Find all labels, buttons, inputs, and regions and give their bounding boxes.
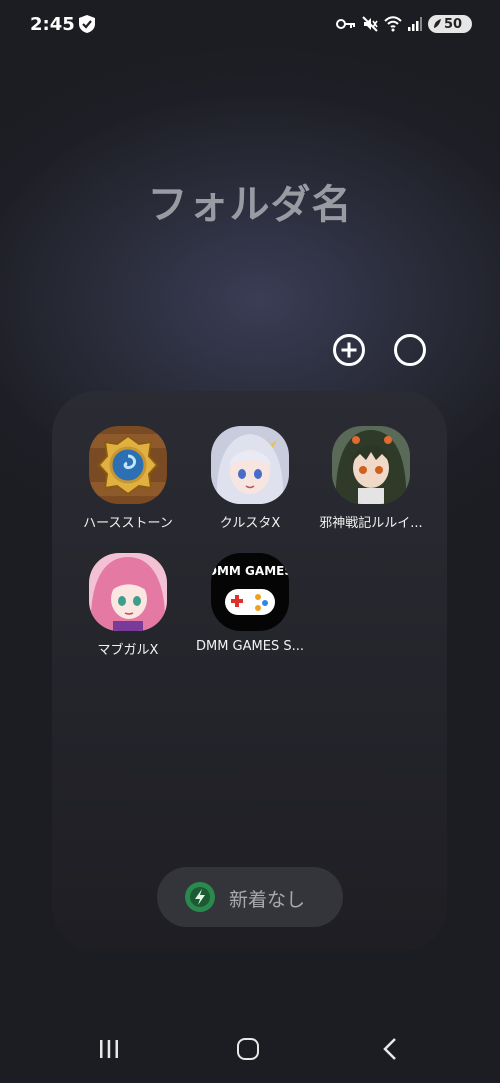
signal-icon <box>408 17 422 31</box>
hearthstone-icon <box>89 426 167 504</box>
home-icon[interactable] <box>237 1038 259 1060</box>
folder-title[interactable]: フォルダ名 <box>0 172 500 230</box>
shield-check-icon <box>79 15 95 33</box>
folder-color-button[interactable] <box>394 334 426 366</box>
app-label: DMM GAMES S... <box>195 639 304 654</box>
navigation-bar <box>0 1010 500 1083</box>
add-app-button[interactable] <box>333 334 365 366</box>
jashin-senki-icon <box>332 426 410 504</box>
wifi-icon <box>384 16 402 32</box>
lightning-icon <box>185 882 215 912</box>
app-label: マブガルX <box>97 643 159 658</box>
app-crusta-x[interactable]: クルスタX <box>189 426 311 531</box>
app-hearthstone[interactable]: ハースストーン <box>67 426 189 531</box>
recent-apps-icon[interactable] <box>98 1038 120 1060</box>
crusta-x-icon <box>211 426 289 504</box>
status-bar: 2:45 50 <box>0 0 500 48</box>
app-mabugaru-x[interactable]: マブガルX <box>67 553 189 658</box>
app-label: 邪神戦記ルルイ... <box>319 516 423 531</box>
mabugaru-x-icon <box>89 553 167 631</box>
app-label: クルスタX <box>219 516 281 531</box>
news-button[interactable]: 新着なし <box>157 867 343 927</box>
app-label: ハースストーン <box>83 516 173 531</box>
battery-level: 50 <box>444 16 463 32</box>
app-dmm-games[interactable]: DMM GAMES DMM GAMES S... <box>189 553 311 654</box>
key-icon <box>336 19 355 29</box>
news-label: 新着なし <box>229 889 306 911</box>
dmm-logo-text: DMM GAMES <box>211 564 289 578</box>
battery-icon: 50 <box>428 15 472 33</box>
mute-icon <box>362 16 378 32</box>
status-icons: 50 <box>336 14 472 34</box>
status-time: 2:45 <box>30 14 75 35</box>
back-icon[interactable] <box>380 1036 402 1062</box>
dmm-games-icon: DMM GAMES <box>211 553 289 631</box>
app-jashin-senki[interactable]: 邪神戦記ルルイ... <box>310 426 432 531</box>
